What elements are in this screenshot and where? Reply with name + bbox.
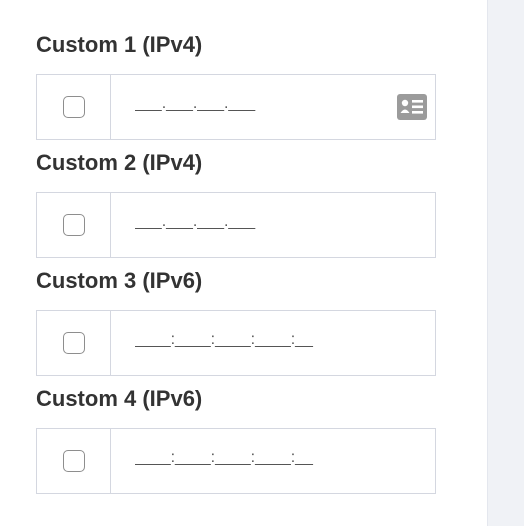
checkbox-cell <box>37 75 111 139</box>
field-row <box>36 192 436 258</box>
checkbox-cell <box>37 429 111 493</box>
ipv6-input[interactable] <box>135 449 375 467</box>
input-cell <box>111 429 435 493</box>
field-row <box>36 74 436 140</box>
custom-field-4: Custom 4 (IPv6) <box>36 382 436 494</box>
field-row <box>36 310 436 376</box>
contact-card-icon[interactable] <box>397 94 427 120</box>
field-label: Custom 2 (IPv4) <box>36 150 203 175</box>
input-cell <box>111 311 435 375</box>
custom-field-1: Custom 1 (IPv4) <box>36 28 436 140</box>
enable-checkbox[interactable] <box>62 214 85 236</box>
enable-checkbox[interactable] <box>62 450 85 472</box>
field-row <box>36 428 436 494</box>
checkbox-cell <box>37 311 111 375</box>
field-label: Custom 4 (IPv6) <box>36 386 203 411</box>
field-label: Custom 3 (IPv6) <box>36 268 203 293</box>
input-cell <box>111 75 435 139</box>
ipv4-input[interactable] <box>135 213 375 231</box>
custom-field-2: Custom 2 (IPv4) <box>36 146 436 258</box>
field-label: Custom 1 (IPv4) <box>36 32 203 57</box>
custom-field-3: Custom 3 (IPv6) <box>36 264 436 376</box>
side-panel <box>487 0 524 526</box>
enable-checkbox[interactable] <box>62 332 85 354</box>
enable-checkbox[interactable] <box>62 96 85 118</box>
ipv6-input[interactable] <box>135 331 375 349</box>
checkbox-cell <box>37 193 111 257</box>
ipv4-input[interactable] <box>135 95 375 113</box>
input-cell <box>111 193 435 257</box>
